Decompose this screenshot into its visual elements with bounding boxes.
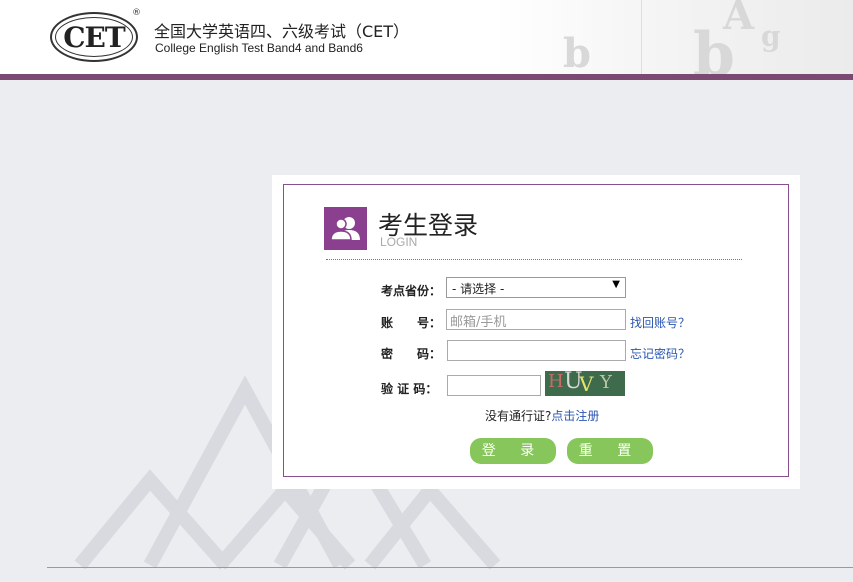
login-subtitle: LOGIN (380, 235, 418, 249)
registered-mark: ® (132, 8, 141, 18)
title-divider (326, 259, 742, 260)
header-decoration: A b g b (493, 0, 853, 76)
find-account-link[interactable]: 找回账号？ (630, 314, 690, 331)
no-pass-text: 没有通行证? (485, 409, 552, 423)
province-selected-value: - 请选择 - (452, 282, 505, 296)
captcha-label: 验 证 码： (381, 382, 438, 396)
captcha-image[interactable]: H U V Y (545, 371, 625, 396)
site-title-en: College English Test Band4 and Band6 (155, 41, 363, 55)
reset-button[interactable]: 重 置 (567, 438, 653, 464)
forgot-password-link[interactable]: 忘记密码？ (630, 345, 690, 362)
users-icon (324, 207, 367, 250)
site-header: A b g b CET ® 全国大学英语四、六级考试（CET） College … (0, 0, 853, 76)
register-link[interactable]: 点击注册 (551, 409, 599, 423)
captcha-char: V (579, 372, 594, 396)
captcha-char: Y (600, 372, 612, 393)
register-prompt: 没有通行证?点击注册 (485, 407, 599, 424)
cet-logo[interactable]: CET (50, 12, 138, 62)
password-label: 密 码： (381, 347, 442, 361)
account-input[interactable]: 邮箱/手机 (446, 309, 626, 330)
captcha-char: H (548, 371, 564, 392)
province-label: 考点省份： (381, 284, 442, 298)
caret-down-icon: ▼ (612, 279, 620, 290)
account-label: 账 号： (381, 316, 442, 330)
password-input[interactable] (447, 340, 626, 361)
login-button[interactable]: 登 录 (470, 438, 556, 464)
captcha-input[interactable] (447, 375, 541, 396)
footer-divider (47, 567, 853, 568)
province-select[interactable]: - 请选择 - ▼ (446, 277, 626, 298)
header-bar (0, 74, 853, 80)
site-title-cn: 全国大学英语四、六级考试（CET） (154, 22, 410, 41)
